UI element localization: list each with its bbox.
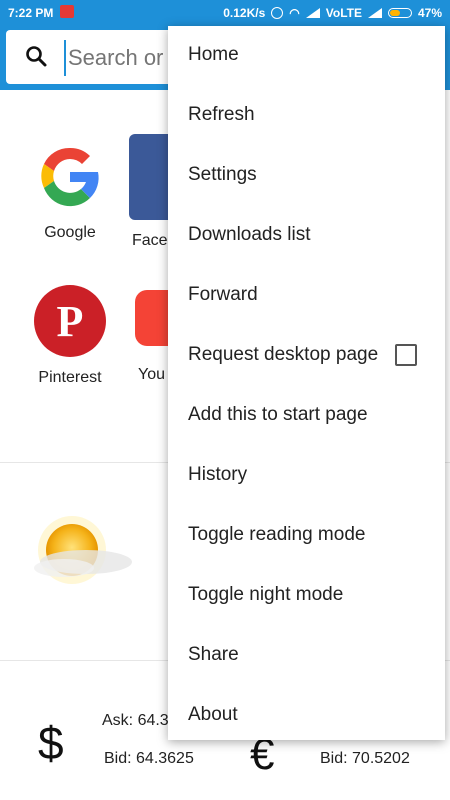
menu-item-label: Settings xyxy=(188,164,257,185)
dollar-icon: $ xyxy=(38,717,64,769)
overflow-menu: Home Refresh Settings Downloads list For… xyxy=(168,26,445,740)
menu-item-label: Share xyxy=(188,644,239,665)
network-speed: 0.12K/s xyxy=(223,6,266,20)
menu-item-settings[interactable]: Settings xyxy=(168,146,445,206)
menu-item-label: Home xyxy=(188,44,239,65)
menu-item-home[interactable]: Home xyxy=(168,26,445,86)
menu-item-downloads-list[interactable]: Downloads list xyxy=(168,206,445,266)
menu-item-label: Downloads list xyxy=(188,224,311,245)
bid-price-eur: Bid: 70.5202 xyxy=(320,750,410,767)
tile-label: Google xyxy=(44,224,96,241)
menu-item-history[interactable]: History xyxy=(168,446,445,506)
status-bar: 7:22 PM 0.12K/s ◠ VoLTE 47% xyxy=(0,0,450,26)
menu-item-forward[interactable]: Forward xyxy=(168,266,445,326)
alarm-icon xyxy=(271,7,284,19)
status-icons: 0.12K/s ◠ VoLTE 47% xyxy=(223,6,442,20)
network-type: VoLTE xyxy=(325,6,362,20)
menu-item-label: Request desktop page xyxy=(188,344,379,365)
speed-dial-pinterest[interactable]: P Pinterest xyxy=(25,285,115,387)
menu-item-label: Toggle night mode xyxy=(188,584,344,605)
status-time: 7:22 PM xyxy=(8,6,54,20)
battery-icon xyxy=(387,8,412,18)
app-badge-icon xyxy=(60,5,74,18)
bid-price-usd: Bid: 64.3625 xyxy=(104,750,194,767)
pinterest-icon: P xyxy=(34,285,106,357)
sun-cloud-icon xyxy=(34,516,132,584)
menu-item-share[interactable]: Share xyxy=(168,626,445,686)
menu-item-label: Add this to start page xyxy=(188,404,368,425)
menu-item-label: About xyxy=(188,704,238,725)
battery-level: 47% xyxy=(417,6,442,20)
wifi-icon: ◠ xyxy=(289,6,300,20)
menu-item-about[interactable]: About xyxy=(168,686,445,746)
menu-item-refresh[interactable]: Refresh xyxy=(168,86,445,146)
menu-item-label: Toggle reading mode xyxy=(188,524,366,545)
speed-dial-google[interactable]: Google xyxy=(25,140,115,242)
menu-item-request-desktop-page[interactable]: Request desktop page xyxy=(168,326,445,386)
signal-icon xyxy=(367,8,382,18)
google-icon xyxy=(34,140,106,212)
menu-item-label: Forward xyxy=(188,284,258,305)
search-icon xyxy=(26,46,47,67)
signal-icon xyxy=(305,8,320,18)
menu-item-add-to-start-page[interactable]: Add this to start page xyxy=(168,386,445,446)
menu-item-toggle-night-mode[interactable]: Toggle night mode xyxy=(168,566,445,626)
desktop-page-checkbox[interactable] xyxy=(395,344,417,366)
menu-item-label: History xyxy=(188,464,248,485)
tile-label: Pinterest xyxy=(38,369,102,386)
menu-item-toggle-reading-mode[interactable]: Toggle reading mode xyxy=(168,506,445,566)
menu-item-label: Refresh xyxy=(188,104,255,125)
ask-price: Ask: 64.3 xyxy=(102,712,169,729)
